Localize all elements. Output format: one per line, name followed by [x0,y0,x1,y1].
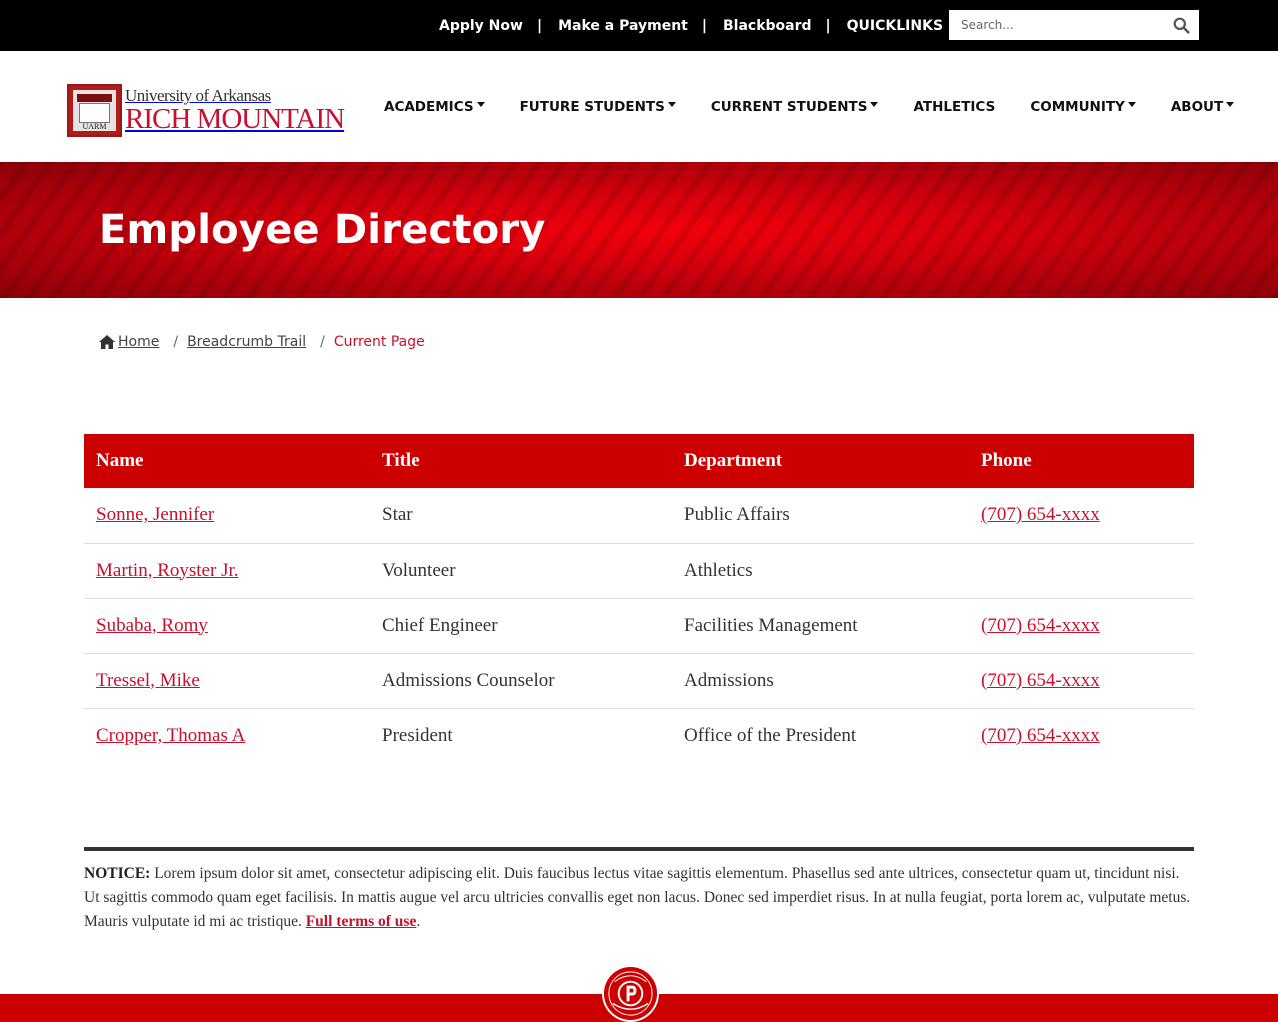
caret-down-icon [667,102,676,107]
nav-label: COMMUNITY [1030,98,1125,115]
logo-line1: University of Arkansas [125,86,271,105]
search-icon[interactable] [1173,17,1190,34]
header-phone: Phone [969,434,1194,488]
table-row: Tressel, Mike Admissions Counselor Admis… [84,653,1194,709]
nav-academics[interactable]: ACADEMICS [384,99,485,115]
breadcrumb: Home / Breadcrumb Trail / Current Page [99,334,425,350]
phone-link[interactable]: (707) 654-xxxx [981,504,1100,525]
phone-link[interactable]: (707) 654-xxxx [981,615,1100,636]
nav-future-students[interactable]: FUTURE STUDENTS [520,99,676,115]
separator: | [536,17,543,34]
table-row: Subaba, Romy Chief Engineer Facilities M… [84,598,1194,654]
breadcrumb-separator: / [320,334,325,350]
header-title: Title [370,434,672,488]
breadcrumb-current: Current Page [333,334,425,350]
nav-current-students[interactable]: CURRENT STUDENTS [711,99,879,115]
nav-label: ATHLETICS [913,98,996,115]
nav-community[interactable]: COMMUNITY [1030,99,1136,115]
cell-phone: (707) 654-xxxx [969,598,1194,654]
table-row: Sonne, Jennifer Star Public Affairs (707… [84,488,1194,544]
cell-title: Admissions Counselor [370,653,672,709]
employee-name-link[interactable]: Subaba, Romy [96,615,208,636]
notice-paragraph: NOTICE: Lorem ipsum dolor sit amet, cons… [84,862,1194,934]
cell-department: Facilities Management [672,598,969,654]
cell-title: Star [370,488,672,544]
home-icon [99,335,115,349]
notice-divider [84,847,1194,851]
header-name: Name [84,434,370,488]
top-utility-bar: Apply Now | Make a Payment | Blackboard … [0,0,1278,51]
hero-banner: Employee Directory [0,162,1278,298]
cell-name: Subaba, Romy [84,598,370,654]
notice-text: Lorem ipsum dolor sit amet, consectetur … [84,865,1191,930]
notice-end: . [416,913,421,930]
phone-link[interactable]: (707) 654-xxxx [981,725,1100,746]
logo-line2: RICH MOUNTAIN [125,103,345,135]
table-row: Martin, Royster Jr. Volunteer Athletics [84,543,1194,599]
phone-link[interactable]: (707) 654-xxxx [981,670,1100,691]
table-row: Cropper, Thomas A President Office of th… [84,708,1194,763]
make-payment-link[interactable]: Make a Payment [558,18,688,34]
cell-department: Public Affairs [672,488,969,544]
cell-phone [969,543,1194,599]
blackboard-link[interactable]: Blackboard [723,18,812,34]
header-department: Department [672,434,969,488]
cell-name: Tressel, Mike [84,653,370,709]
nav-label: FUTURE STUDENTS [519,98,665,115]
employee-name-link[interactable]: Sonne, Jennifer [96,504,214,525]
nav-label: CURRENT STUDENTS [710,98,868,115]
page-title: Employee Directory [99,207,546,253]
nav-label: ABOUT [1170,98,1224,115]
cell-name: Cropper, Thomas A [84,708,370,763]
apply-now-link[interactable]: Apply Now [439,18,523,34]
logo-mark-text: UARM [82,122,107,131]
cell-title: Volunteer [370,543,672,599]
caret-down-icon [1127,102,1136,107]
logo-wordmark: University of Arkansas RICH MOUNTAIN [125,86,345,135]
cell-department: Athletics [672,543,969,599]
employee-directory-table: Name Title Department Phone Sonne, Jenni… [84,434,1194,763]
cell-title: President [382,724,453,746]
nav-about[interactable]: ABOUT [1170,98,1235,115]
search-input[interactable] [949,11,1159,39]
university-seal-icon [601,964,660,1022]
table-header-row: Name Title Department Phone [84,434,1194,488]
logo-mark-icon: UARM [67,84,122,137]
terms-of-use-link[interactable]: Full terms of use [306,913,417,930]
breadcrumb-separator: / [173,334,179,350]
cell-phone: (707) 654-xxxx [969,488,1194,544]
site-header: UARM University of Arkansas RICH MOUNTAI… [0,51,1278,162]
employee-name-link[interactable]: Cropper, Thomas A [96,725,245,746]
caret-down-icon [870,102,879,107]
quicklinks-label: QUICKLINKS [846,17,944,34]
university-logo[interactable]: UARM University of Arkansas RICH MOUNTAI… [67,84,347,137]
notice-label: NOTICE: [84,865,151,882]
breadcrumb-trail-link[interactable]: Breadcrumb Trail [187,334,306,350]
cell-phone: (707) 654-xxxx [969,708,1194,763]
nav-label: ACADEMICS [384,98,474,115]
employee-name-link[interactable]: Tressel, Mike [96,670,200,691]
cell-name: Sonne, Jennifer [84,488,370,544]
breadcrumb-home-link[interactable]: Home [118,334,159,350]
cell-title: Chief Engineer [370,598,672,654]
caret-down-icon [476,102,485,107]
search-box [949,10,1199,40]
cell-name: Martin, Royster Jr. [84,543,370,599]
employee-name-link[interactable]: Martin, Royster Jr. [96,560,239,581]
cell-phone: (707) 654-xxxx [969,653,1194,709]
nav-athletics[interactable]: ATHLETICS [913,99,995,115]
caret-down-icon [1226,102,1235,107]
cell-department: Office of the President [684,724,857,746]
utility-links: Apply Now | Make a Payment | Blackboard … [439,0,970,51]
cell-department: Admissions [672,653,969,709]
main-nav: ACADEMICS FUTURE STUDENTS CURRENT STUDEN… [384,51,1235,162]
separator: | [825,17,831,34]
separator: | [701,17,707,34]
